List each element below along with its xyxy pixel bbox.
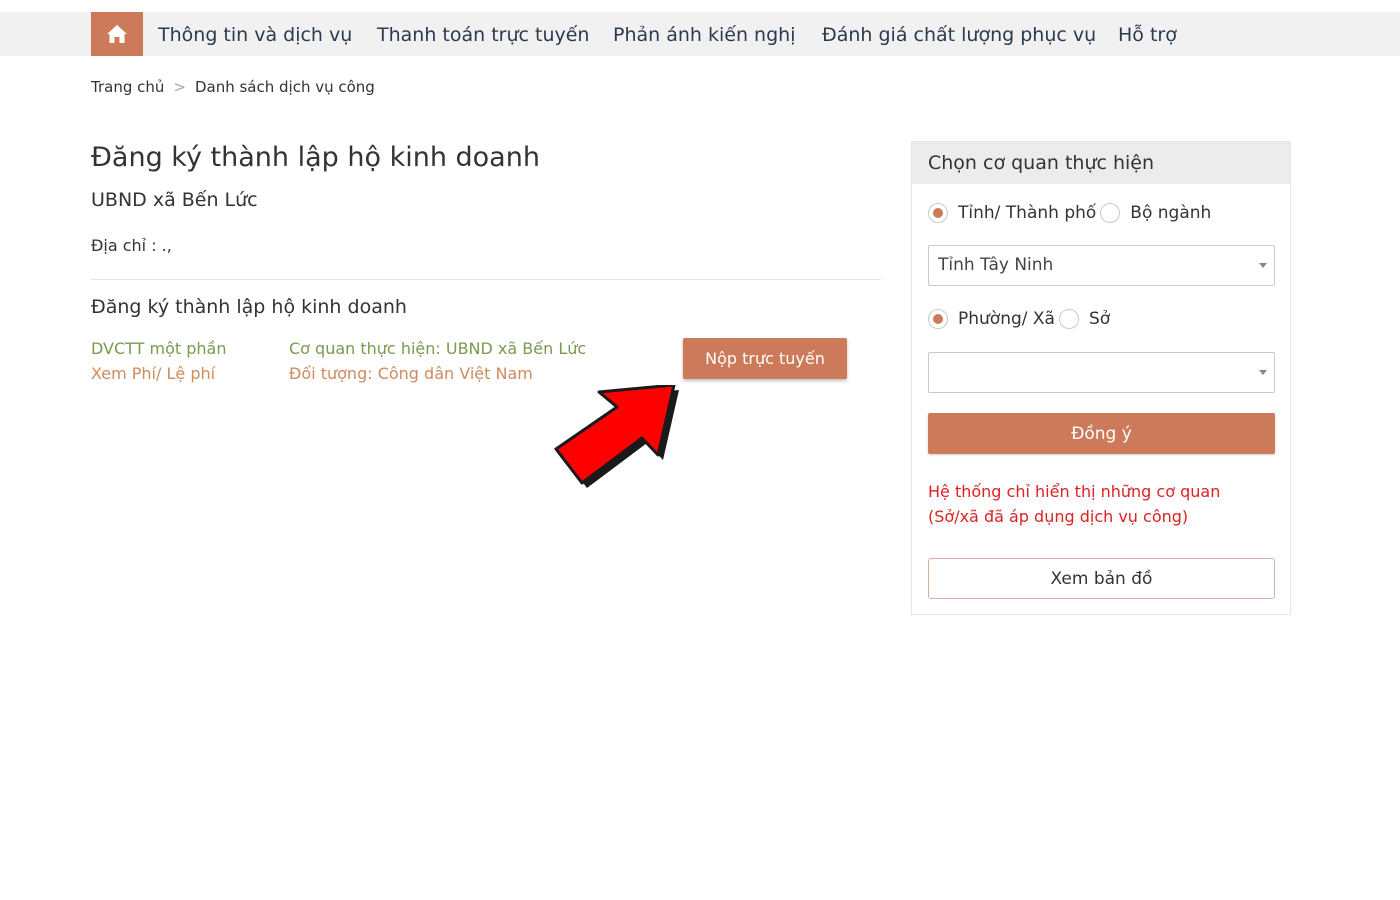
chevron-down-icon <box>1259 263 1267 268</box>
ward-select[interactable] <box>928 352 1275 393</box>
radio-ministry[interactable] <box>1100 203 1121 223</box>
breadcrumb-home-link[interactable]: Trang chủ <box>91 78 164 96</box>
radio-ministry-label: Bộ ngành <box>1130 203 1212 223</box>
radio-selected-dot <box>933 314 943 324</box>
radio-ward[interactable] <box>928 309 948 329</box>
availability-note-line1: Hệ thống chỉ hiển thị những cơ quan <box>928 482 1221 501</box>
breadcrumb-current[interactable]: Danh sách dịch vụ công <box>195 78 375 96</box>
level2-radio-group: Phường/ Xã Sở <box>928 308 1114 330</box>
nav-item-online-payment[interactable]: Thanh toán trực tuyến <box>377 12 589 56</box>
radio-ward-label: Phường/ Xã <box>958 309 1055 329</box>
agree-button[interactable]: Đồng ý <box>928 413 1275 454</box>
radio-province-label: Tỉnh/ Thành phố <box>958 203 1097 223</box>
level1-radio-group: Tỉnh/ Thành phố Bộ ngành <box>928 202 1215 224</box>
nav-item-info-services[interactable]: Thông tin và dịch vụ <box>158 12 352 56</box>
availability-note-line2: (Sở/xã đã áp dụng dịch vụ công) <box>928 507 1189 526</box>
view-map-button[interactable]: Xem bản đồ <box>928 558 1275 599</box>
chevron-down-icon <box>1259 370 1267 375</box>
radio-department[interactable] <box>1058 309 1079 329</box>
service-subject: Đối tượng: Công dân Việt Nam <box>289 364 533 383</box>
panel-title: Chọn cơ quan thực hiện <box>912 142 1290 184</box>
content-divider <box>91 279 881 280</box>
nav-item-service-rating[interactable]: Đánh giá chất lượng phục vụ <box>822 12 1096 56</box>
service-level: DVCTT một phần <box>91 339 227 358</box>
breadcrumb-separator: > <box>173 78 186 96</box>
agency-name: UBND xã Bến Lức <box>91 189 258 211</box>
top-navbar: Thông tin và dịch vụ Thanh toán trực tuy… <box>0 12 1400 56</box>
province-select[interactable]: Tỉnh Tây Ninh <box>928 245 1275 286</box>
nav-item-feedback[interactable]: Phản ánh kiến nghị <box>613 12 795 56</box>
nav-item-support[interactable]: Hỗ trợ <box>1118 12 1177 56</box>
agency-address: Địa chỉ : ., <box>91 236 172 255</box>
province-select-value: Tỉnh Tây Ninh <box>938 255 1054 275</box>
page-title: Đăng ký thành lập hộ kinh doanh <box>91 142 540 173</box>
radio-department-label: Sở <box>1088 309 1111 329</box>
executing-agency: Cơ quan thực hiện: UBND xã Bến Lức <box>289 339 587 358</box>
home-button[interactable] <box>91 12 143 56</box>
radio-selected-dot <box>933 208 943 218</box>
agency-selector-panel: Chọn cơ quan thực hiện Tỉnh/ Thành phố B… <box>911 141 1291 615</box>
fee-link[interactable]: Xem Phí/ Lệ phí <box>91 364 215 383</box>
radio-province[interactable] <box>928 203 948 223</box>
home-icon <box>106 24 128 44</box>
red-arrow-annotation <box>554 385 679 488</box>
breadcrumb: Trang chủ > Danh sách dịch vụ công <box>91 78 375 96</box>
submit-online-button[interactable]: Nộp trực tuyến <box>683 338 847 379</box>
availability-note: Hệ thống chỉ hiển thị những cơ quan (Sở/… <box>928 479 1278 529</box>
service-title: Đăng ký thành lập hộ kinh doanh <box>91 296 407 318</box>
